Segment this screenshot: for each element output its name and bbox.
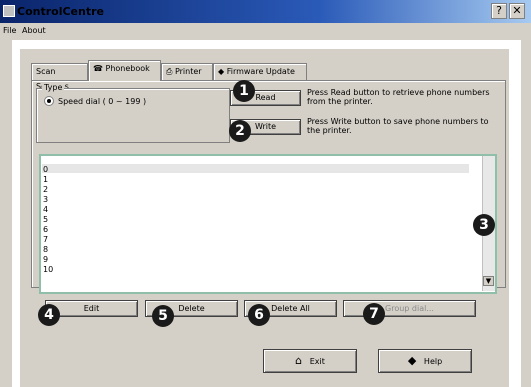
read-description: Press Read button to retrieve phone numb… bbox=[307, 88, 490, 106]
callout-badge-7: 7 bbox=[363, 303, 385, 325]
printer-icon: ⎙ bbox=[166, 67, 175, 76]
phonebook-list[interactable] bbox=[39, 154, 497, 294]
list-item[interactable]: 8 bbox=[43, 245, 48, 254]
callout-badge-6: 6 bbox=[248, 304, 270, 326]
tab-printer[interactable]: ⎙ Printer bbox=[161, 63, 213, 80]
write-description: Press Write button to save phone numbers… bbox=[307, 117, 489, 135]
tab-phonebook[interactable]: ☎ Phonebook bbox=[88, 60, 161, 81]
list-item[interactable]: 0 bbox=[43, 165, 48, 174]
speed-dial-label[interactable]: Speed dial ( 0 ~ 199 ) bbox=[58, 97, 146, 106]
list-item[interactable]: 6 bbox=[43, 225, 48, 234]
type-group-label: Type bbox=[42, 83, 65, 92]
help-book-icon: ◆ bbox=[407, 354, 417, 367]
menu-bar bbox=[0, 23, 531, 40]
help-window-button[interactable]: ? bbox=[491, 3, 507, 19]
callout-badge-1: 1 bbox=[233, 80, 255, 102]
callout-badge-3: 3 bbox=[473, 214, 495, 236]
window-title: ControlCentre bbox=[17, 5, 104, 18]
tab-firmware-update[interactable]: ◆ Firmware Update bbox=[213, 63, 307, 80]
phonebook-icon: ☎ bbox=[93, 64, 106, 73]
list-item[interactable]: 5 bbox=[43, 215, 48, 224]
list-item[interactable]: 4 bbox=[43, 205, 48, 214]
app-icon bbox=[3, 5, 15, 17]
firmware-icon: ◆ bbox=[218, 67, 227, 76]
help-button[interactable]: ◆ Help bbox=[378, 349, 472, 373]
selected-row-highlight bbox=[42, 164, 469, 173]
tab-scan-settings[interactable]: Scan Settings bbox=[31, 63, 88, 91]
list-item[interactable]: 9 bbox=[43, 255, 48, 264]
menu-file[interactable]: File bbox=[3, 26, 16, 35]
list-item[interactable]: 2 bbox=[43, 185, 48, 194]
exit-button[interactable]: ⌂ Exit bbox=[263, 349, 357, 373]
list-item[interactable]: 3 bbox=[43, 195, 48, 204]
callout-badge-4: 4 bbox=[38, 304, 60, 326]
menu-about[interactable]: About bbox=[22, 26, 46, 35]
exit-icon: ⌂ bbox=[295, 354, 303, 367]
callout-badge-5: 5 bbox=[152, 305, 174, 327]
list-item[interactable]: 7 bbox=[43, 235, 48, 244]
list-item[interactable]: 1 bbox=[43, 175, 48, 184]
radio-selected-dot bbox=[47, 99, 51, 103]
callout-badge-2: 2 bbox=[229, 120, 251, 142]
scroll-down-icon[interactable]: ▼ bbox=[483, 276, 494, 286]
close-window-button[interactable]: ✕ bbox=[509, 3, 525, 19]
list-item[interactable]: 10 bbox=[43, 265, 53, 274]
